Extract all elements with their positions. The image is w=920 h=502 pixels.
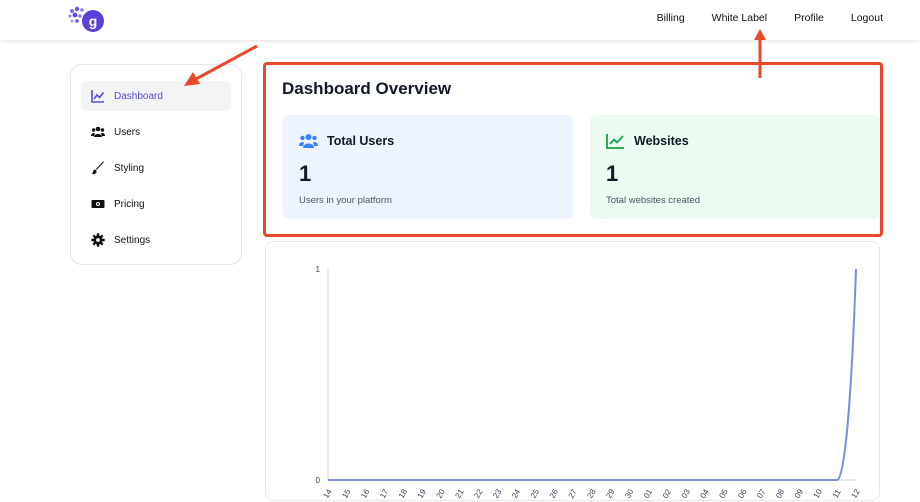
x-tick-label: 11 [831, 487, 843, 499]
money-bill-icon [91, 200, 105, 208]
top-navbar: g Billing White Label Profile Logout [0, 0, 920, 40]
x-tick-label: 22 [472, 487, 485, 500]
websites-value: 1 [606, 161, 619, 186]
line-chart: 0114 15 16 17 18 19 20 21 22 23 24 25 26 27 28 29 30 01 02… [316, 265, 862, 500]
users-icon [299, 134, 318, 148]
x-tick-label: 10 [812, 487, 825, 500]
x-tick-label: 25 [529, 487, 542, 500]
sidebar: Dashboard Users Styling Pricing Settings [70, 64, 242, 265]
sidebar-item-label: Dashboard [114, 90, 163, 102]
page-title: Dashboard Overview [282, 79, 452, 98]
x-tick-label: 03 [680, 487, 693, 500]
x-tick-label: 17 [378, 487, 391, 500]
x-tick-label: 27 [567, 487, 580, 500]
gear-icon [91, 233, 105, 247]
x-tick-label: 21 [453, 487, 466, 500]
sidebar-item-label: Styling [114, 162, 145, 174]
sidebar-item-label: Users [114, 126, 141, 138]
y-tick-label: 0 [316, 476, 321, 485]
x-tick-label: 15 [340, 487, 353, 500]
sidebar-item-label: Settings [114, 234, 151, 246]
svg-text:g: g [89, 13, 98, 29]
x-tick-label: 24 [510, 487, 523, 500]
card-title: Total Users [327, 134, 395, 148]
x-tick-label: 23 [491, 487, 504, 500]
nav-white-label-link[interactable]: White Label [712, 12, 767, 24]
websites-card: Websites 1 Total websites created [590, 115, 880, 219]
x-tick-label: 09 [793, 487, 806, 500]
x-tick-label: 30 [623, 487, 636, 500]
sidebar-item-label: Pricing [114, 198, 145, 210]
x-tick-label: 18 [397, 487, 410, 500]
card-subtitle: Users in your platform [299, 195, 392, 206]
sidebar-item-dashboard[interactable]: Dashboard [81, 81, 231, 111]
app-logo[interactable]: g [68, 6, 106, 34]
dashboard-overview-panel: Dashboard Overview Total Users 1 Users i… [263, 62, 883, 237]
sidebar-item-pricing[interactable]: Pricing [81, 189, 231, 219]
x-tick-label: 14 [321, 487, 334, 500]
activity-chart: 0 1 14 15 16 17 18 19 20 21 22 23 24 25 26 27 28 29 30 01 02… [265, 241, 880, 501]
x-tick-label: 06 [736, 487, 749, 500]
x-tick-label: 08 [774, 487, 787, 500]
x-tick-label: 07 [755, 487, 768, 500]
card-title: Websites [634, 134, 689, 148]
chart-line-icon [606, 134, 624, 149]
x-tick-label: 16 [359, 487, 372, 500]
x-tick-label: 04 [699, 487, 712, 500]
total-users-value: 1 [299, 161, 312, 186]
y-tick-label: 1 [316, 265, 321, 274]
nav-billing-link[interactable]: Billing [657, 12, 685, 24]
nav-logout-link[interactable]: Logout [851, 12, 883, 24]
chart-line-icon [91, 90, 105, 103]
total-users-card: Total Users 1 Users in your platform [283, 115, 573, 219]
x-tick-label: 05 [717, 487, 730, 500]
sidebar-item-settings[interactable]: Settings [81, 225, 231, 255]
nav-profile-link[interactable]: Profile [794, 12, 824, 24]
card-subtitle: Total websites created [606, 195, 700, 206]
x-tick-label: 20 [435, 487, 448, 500]
x-tick-label: 19 [416, 487, 429, 500]
x-tick-label: 28 [585, 487, 598, 500]
series-line [328, 268, 857, 481]
x-tick-label: 12 [849, 487, 862, 500]
sidebar-item-styling[interactable]: Styling [81, 153, 231, 183]
x-tick-label: 02 [661, 487, 674, 500]
brush-icon [91, 161, 104, 175]
top-nav-menu: Billing White Label Profile Logout [657, 12, 883, 24]
users-icon [91, 126, 105, 137]
sidebar-item-users[interactable]: Users [81, 117, 231, 147]
x-tick-label: 26 [548, 487, 561, 500]
x-tick-label: 01 [642, 487, 655, 500]
x-tick-label: 29 [604, 487, 617, 500]
